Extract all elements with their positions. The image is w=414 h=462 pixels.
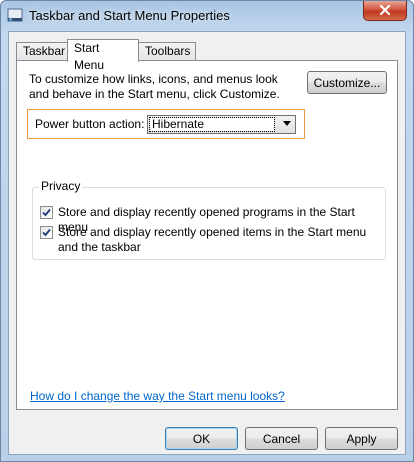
ok-button[interactable]: OK <box>165 427 238 450</box>
title-bar[interactable]: Taskbar and Start Menu Properties <box>1 1 413 31</box>
power-button-select[interactable]: Hibernate <box>147 115 296 134</box>
recent-items-option[interactable]: Store and display recently opened items … <box>40 225 380 255</box>
properties-window: Taskbar and Start Menu Properties Taskba… <box>0 0 414 462</box>
help-link[interactable]: How do I change the way the Start menu l… <box>30 389 285 403</box>
power-button-label: Power button action: <box>35 117 145 131</box>
chevron-down-icon <box>283 121 291 126</box>
window-title: Taskbar and Start Menu Properties <box>29 8 230 23</box>
tab-toolbars[interactable]: Toolbars <box>138 42 196 61</box>
dialog-client-area: Taskbar Start Menu Toolbars To customize… <box>8 31 406 455</box>
power-button-highlight: Power button action: Hibernate <box>27 109 305 139</box>
start-menu-panel: To customize how links, icons, and menus… <box>16 60 398 410</box>
checkmark-icon <box>42 208 51 217</box>
tab-start-menu[interactable]: Start Menu <box>67 39 139 72</box>
close-icon <box>379 4 391 18</box>
privacy-legend: Privacy <box>39 179 83 193</box>
tab-taskbar[interactable]: Taskbar <box>16 42 68 61</box>
privacy-group: Privacy Store and display recently opene… <box>32 179 386 260</box>
close-button[interactable] <box>363 1 407 21</box>
apply-button[interactable]: Apply <box>325 427 398 450</box>
cancel-button[interactable]: Cancel <box>245 427 318 450</box>
recent-programs-checkbox[interactable] <box>40 206 53 219</box>
recent-items-checkbox[interactable] <box>40 226 53 239</box>
taskbar-icon <box>7 7 23 23</box>
recent-items-label: Store and display recently opened items … <box>58 225 367 254</box>
checkmark-icon <box>42 228 51 237</box>
power-button-value: Hibernate <box>149 117 275 132</box>
intro-text: To customize how links, icons, and menus… <box>29 72 280 101</box>
customize-button[interactable]: Customize... <box>307 71 387 94</box>
